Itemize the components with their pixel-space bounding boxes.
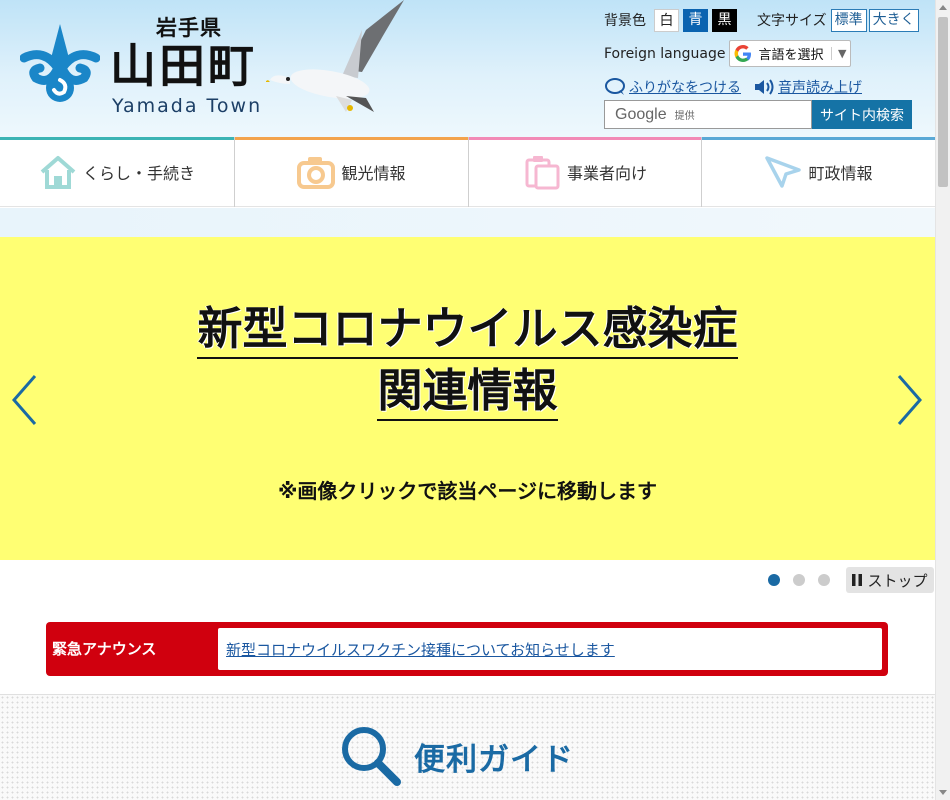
- language-select[interactable]: 言語を選択 ▼: [729, 40, 852, 67]
- display-settings: 背景色 白 青 黒 文字サイズ 標準 大きく: [604, 8, 919, 32]
- prefecture-name: 岩手県: [156, 16, 222, 40]
- read-aloud-link[interactable]: 音声読み上げ: [778, 77, 862, 97]
- site-header: 岩手県 山田町 Yamada Town 背景色 白 青 黒 文字サイズ 標準 大…: [0, 0, 935, 137]
- slider-pagination: [768, 574, 830, 586]
- slider-stop-button[interactable]: ストップ: [846, 567, 934, 593]
- nav-accent-bar: [702, 137, 935, 140]
- nav-accent-bar: [235, 137, 468, 140]
- site-search: Google 提供 サイト内検索: [604, 100, 912, 129]
- bg-white-button[interactable]: 白: [654, 8, 679, 32]
- font-standard-button[interactable]: 標準: [830, 8, 867, 32]
- town-name-english: Yamada Town: [112, 95, 263, 117]
- slide-dot-3[interactable]: [818, 574, 830, 586]
- town-name[interactable]: 山田町: [110, 40, 257, 92]
- slide-title-line2: 関連情報: [0, 363, 935, 421]
- font-large-button[interactable]: 大きく: [868, 8, 919, 32]
- slide-note: ※画像クリックで該当ページに移動します: [277, 479, 658, 503]
- slide-dot-2[interactable]: [793, 574, 805, 586]
- camera-icon: [297, 157, 336, 189]
- slider-banner[interactable]: 新型コロナウイルス感染症 関連情報 ※画像クリックで該当ページに移動します: [0, 237, 935, 560]
- emergency-link[interactable]: 新型コロナウイルスワクチン接種についてお知らせします: [226, 639, 615, 660]
- nav-label: 町政情報: [808, 164, 873, 183]
- furigana-link[interactable]: ふりがなをつける: [629, 77, 741, 97]
- nav-item-government[interactable]: 町政情報: [702, 137, 935, 207]
- emergency-announcement: 緊急アナウンス 新型コロナウイルスワクチン接種についてお知らせします: [46, 622, 888, 676]
- bg-black-button[interactable]: 黒: [712, 8, 737, 32]
- bg-blue-button[interactable]: 青: [683, 8, 708, 32]
- scroll-up-arrow-icon[interactable]: [939, 5, 947, 10]
- town-emblem-icon[interactable]: [20, 18, 100, 108]
- nav-accent-bar: [0, 137, 234, 140]
- chevron-down-icon: ▼: [831, 47, 846, 60]
- google-label: Google: [615, 105, 667, 123]
- flag-icon: [765, 156, 802, 188]
- language-select-label: 言語を選択: [758, 48, 824, 63]
- house-icon: [40, 156, 76, 189]
- global-nav: くらし・手続き 観光情報 事業者向け 町政情報: [0, 137, 935, 207]
- site-search-button[interactable]: サイト内検索: [812, 100, 912, 129]
- scroll-down-arrow-icon[interactable]: [939, 790, 947, 795]
- scrollbar-thumb[interactable]: [938, 17, 948, 187]
- nav-item-tourism[interactable]: 観光情報: [235, 137, 469, 207]
- speech-bubble-icon: [605, 78, 625, 95]
- google-g-icon: [734, 44, 752, 62]
- guide-title: 便利ガイド: [414, 741, 574, 778]
- nav-item-living[interactable]: くらし・手続き: [0, 137, 235, 207]
- slide-title-line2-text: 関連情報: [377, 364, 558, 421]
- slide-title-line1-text: 新型コロナウイルス感染症: [197, 302, 738, 359]
- translation-bar: Foreign language 言語を選択 ▼: [604, 40, 852, 67]
- search-input[interactable]: Google 提供: [604, 100, 812, 129]
- emergency-content: 新型コロナウイルスワクチン接種についてお知らせします: [218, 628, 882, 670]
- nav-label: くらし・手続き: [82, 164, 195, 183]
- seagull-illustration: [266, 0, 404, 112]
- provided-by-label: 提供: [674, 111, 695, 122]
- clipboard-icon: [525, 156, 560, 190]
- next-slide-arrow-icon[interactable]: [895, 373, 925, 427]
- pause-icon: [852, 574, 863, 586]
- page-scrollbar[interactable]: [935, 0, 950, 800]
- emergency-label: 緊急アナウンス: [52, 640, 157, 658]
- accessibility-links: ふりがなをつける 音声読み上げ: [604, 77, 862, 97]
- guide-heading: 便利ガイド: [340, 725, 574, 787]
- magnifier-icon: [342, 727, 401, 786]
- slide-title-line1: 新型コロナウイルス感染症: [0, 301, 935, 359]
- slide-dot-1[interactable]: [768, 574, 780, 586]
- bg-color-label: 背景色: [604, 13, 646, 29]
- useful-guide-section: 便利ガイド: [0, 694, 935, 800]
- nav-label: 観光情報: [341, 164, 406, 183]
- stop-label: ストップ: [867, 571, 928, 590]
- prev-slide-arrow-icon[interactable]: [9, 373, 39, 427]
- nav-accent-bar: [469, 137, 701, 140]
- nav-item-business[interactable]: 事業者向け: [469, 137, 702, 207]
- speaker-icon: [755, 79, 774, 95]
- font-size-label: 文字サイズ: [757, 13, 827, 29]
- nav-label: 事業者向け: [566, 164, 647, 183]
- foreign-language-label: Foreign language: [604, 45, 726, 62]
- nav-divider-strip: [0, 208, 935, 237]
